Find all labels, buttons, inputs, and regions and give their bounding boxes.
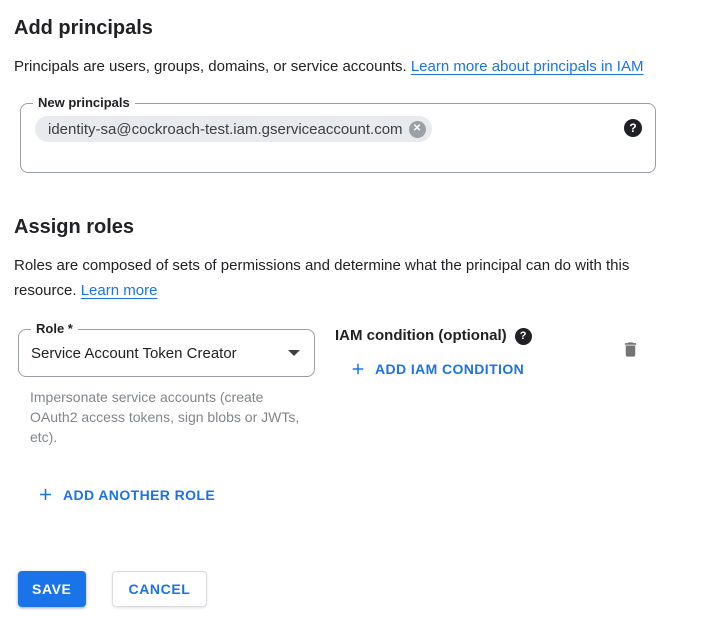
role-selected-value: Service Account Token Creator [31, 345, 288, 362]
chip-remove-icon[interactable]: ✕ [409, 121, 426, 138]
iam-condition-header: IAM condition (optional) ? [335, 326, 532, 346]
new-principals-field[interactable]: New principals identity-sa@cockroach-tes… [20, 103, 656, 173]
chevron-down-icon [288, 350, 300, 356]
trash-icon [621, 348, 640, 363]
plus-icon [349, 360, 367, 378]
principals-help-icon[interactable]: ? [624, 119, 642, 137]
footer-actions: SAVE CANCEL [18, 571, 207, 607]
role-row: Role * Service Account Token Creator Imp… [14, 329, 699, 447]
principal-chip-label: identity-sa@cockroach-test.iam.gservicea… [48, 121, 403, 138]
intro-text: Principals are users, groups, domains, o… [14, 58, 411, 75]
learn-more-roles-link[interactable]: Learn more [81, 282, 158, 299]
add-principals-panel: Add principals Principals are users, gro… [0, 0, 713, 629]
cancel-button[interactable]: CANCEL [112, 571, 208, 607]
add-another-role-button[interactable]: ADD ANOTHER ROLE [36, 485, 215, 504]
roles-description: Roles are composed of sets of permission… [14, 253, 644, 303]
delete-role-button[interactable] [621, 339, 640, 360]
role-dropdown[interactable]: Role * Service Account Token Creator [18, 329, 315, 377]
principal-chip: identity-sa@cockroach-test.iam.gservicea… [35, 116, 432, 142]
add-another-role-label: ADD ANOTHER ROLE [63, 487, 215, 503]
add-iam-condition-label: ADD IAM CONDITION [375, 361, 524, 377]
iam-condition-label: IAM condition (optional) [335, 326, 507, 346]
role-helper-text: Impersonate service accounts (create OAu… [30, 387, 310, 447]
page-title: Add principals [14, 16, 699, 40]
role-column: Role * Service Account Token Creator Imp… [18, 329, 315, 447]
learn-more-principals-link[interactable]: Learn more about principals in IAM [411, 58, 644, 75]
new-principals-label: New principals [33, 95, 135, 111]
role-label: Role * [31, 321, 78, 337]
assign-roles-title: Assign roles [14, 215, 699, 239]
plus-icon [36, 485, 55, 504]
add-iam-condition-button[interactable]: ADD IAM CONDITION [349, 360, 524, 378]
save-button[interactable]: SAVE [18, 571, 86, 607]
iam-condition-column: IAM condition (optional) ? ADD IAM CONDI… [335, 329, 532, 383]
intro-paragraph: Principals are users, groups, domains, o… [14, 54, 672, 79]
iam-condition-help-icon[interactable]: ? [515, 328, 532, 345]
